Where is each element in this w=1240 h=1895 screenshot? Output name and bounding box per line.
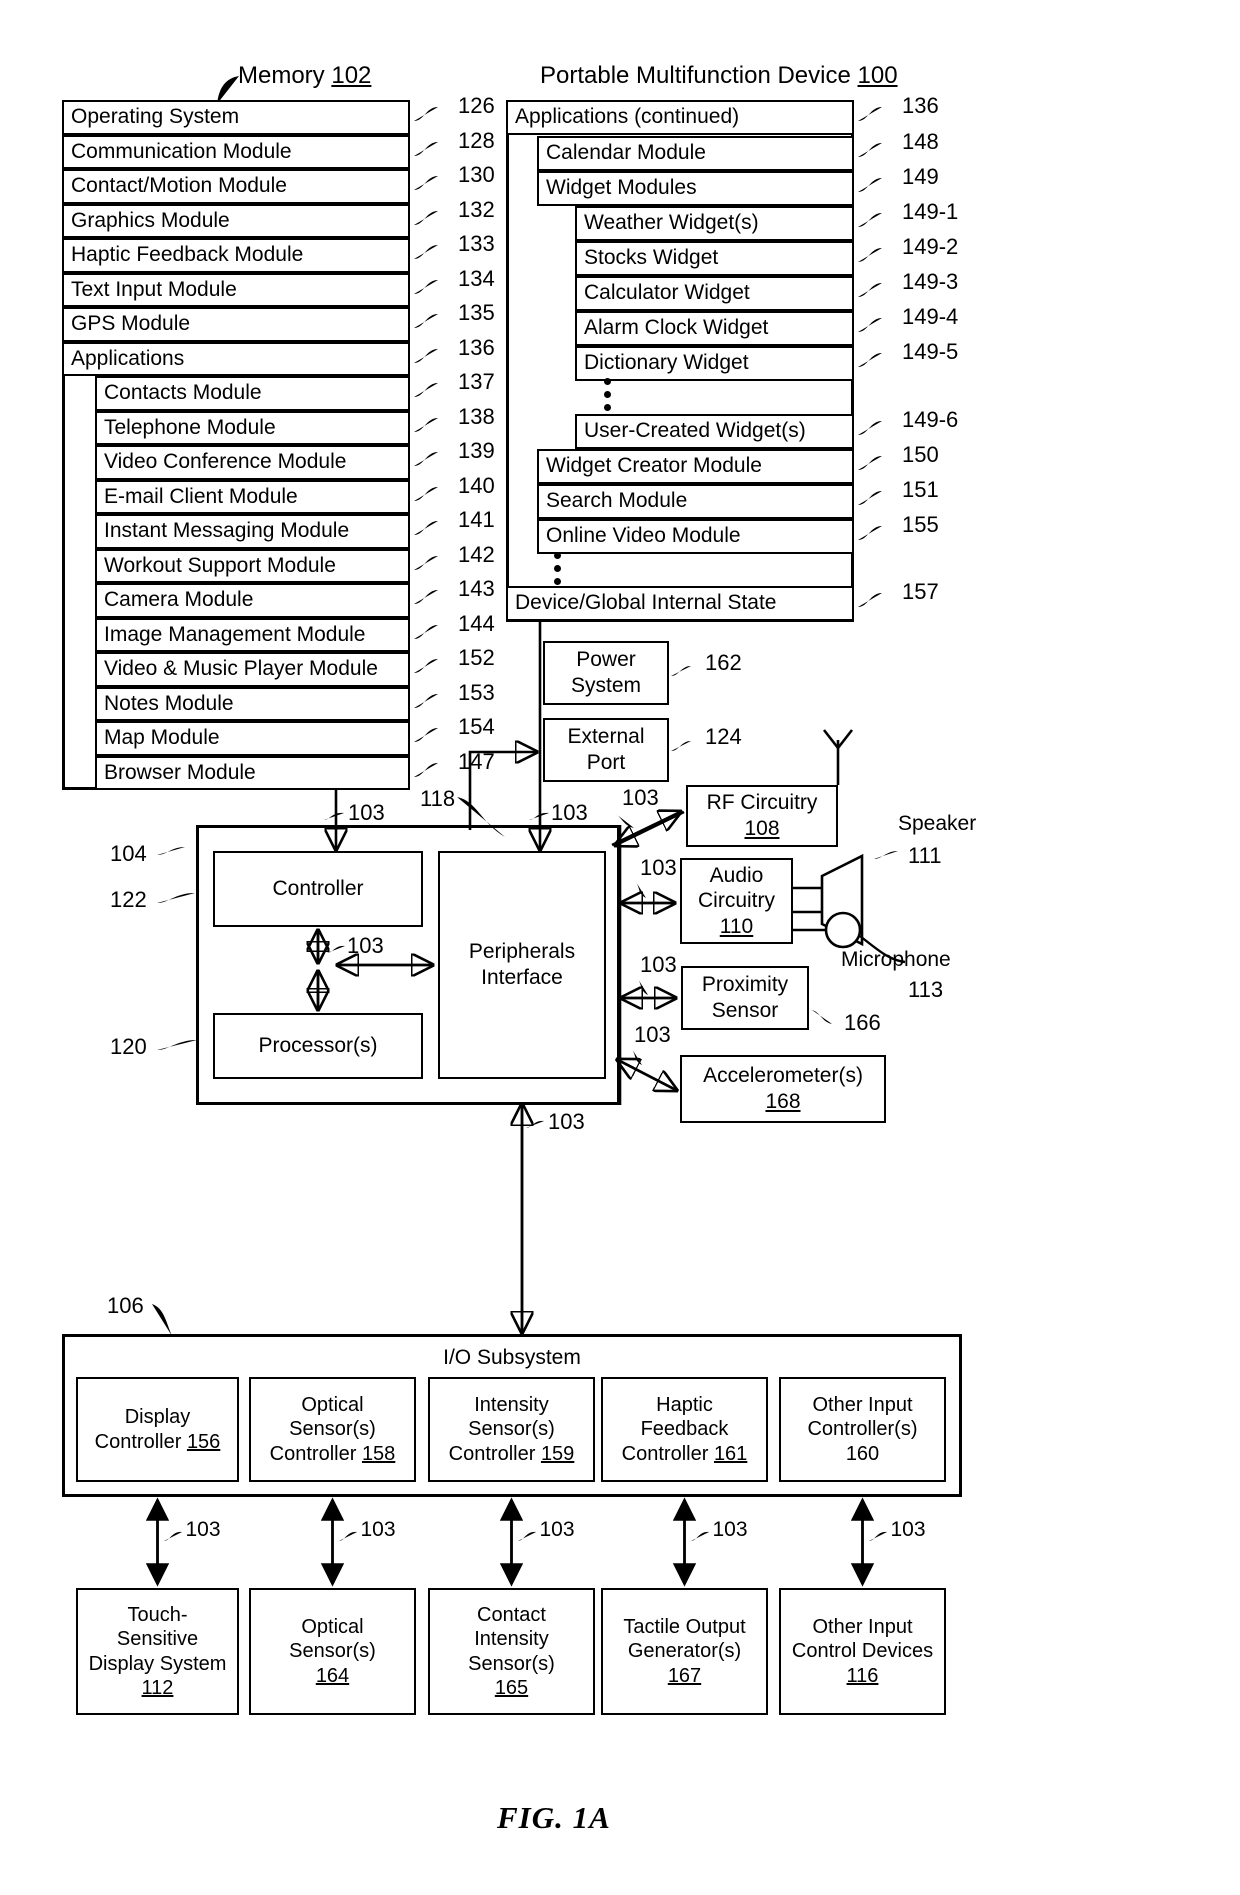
connector-lines [0, 622, 906, 1895]
patent-figure-1a: Memory 102 Operating System Communication… [0, 0, 1240, 1895]
